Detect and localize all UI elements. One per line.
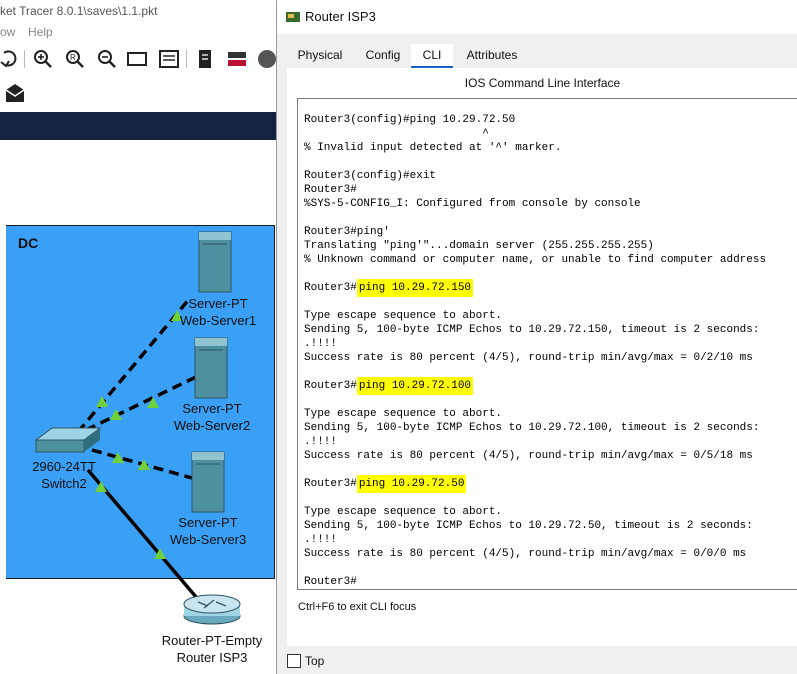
- cli-line: [304, 491, 797, 505]
- highlighted-ping-command: ping 10.29.72.100: [356, 377, 474, 395]
- cli-line-text: Sending 5, 100-byte ICMP Echos to 10.29.…: [304, 520, 753, 532]
- cli-line: Translating "ping'"...domain server (255…: [304, 239, 797, 253]
- cli-line: Router3#: [304, 575, 797, 589]
- dialog-titlebar[interactable]: Router ISP3: [277, 0, 797, 34]
- cli-line-text: Router3#: [304, 184, 357, 196]
- packet-tracer-app-icon: [286, 12, 300, 22]
- device-type: 2960-24TT: [32, 459, 96, 474]
- cli-line: Router3(config)#exit: [304, 169, 797, 183]
- device-label-web-server3: Server-PT Web-Server3: [163, 514, 253, 548]
- switch-2960[interactable]: [34, 427, 102, 453]
- cli-line-text: Type escape sequence to abort.: [304, 310, 503, 322]
- tab-config[interactable]: Config: [359, 44, 407, 66]
- router-isp3[interactable]: [183, 594, 241, 625]
- cli-line-text: %SYS-5-CONFIG_I: Configured from console…: [304, 198, 641, 210]
- cli-line: %SYS-5-CONFIG_I: Configured from console…: [304, 197, 797, 211]
- cli-line: .!!!!: [304, 435, 797, 449]
- cli-line: Success rate is 80 percent (4/5), round-…: [304, 449, 797, 463]
- cli-line: Router3# ping 10.29.72.50: [304, 475, 797, 493]
- tab-attributes[interactable]: Attributes: [457, 44, 527, 66]
- network-topology: [34, 231, 241, 625]
- cli-line-text: Router3#: [304, 282, 357, 294]
- cli-line: Sending 5, 100-byte ICMP Echos to 10.29.…: [304, 421, 797, 435]
- cli-panel: IOS Command Line Interface Router3(confi…: [287, 68, 797, 646]
- cli-line: Sending 5, 100-byte ICMP Echos to 10.29.…: [304, 323, 797, 337]
- cli-line: Router3#ping': [304, 225, 797, 239]
- server-web-server3[interactable]: [191, 451, 225, 513]
- cli-line: [304, 393, 797, 407]
- highlighted-ping-command: ping 10.29.72.50: [356, 475, 467, 493]
- server-web-server2[interactable]: [194, 337, 228, 399]
- cli-line: [304, 211, 797, 225]
- cli-line-text: .!!!!: [304, 338, 338, 350]
- cli-line: [304, 561, 797, 575]
- device-name: Switch2: [41, 476, 87, 491]
- device-name: Web-Server3: [169, 532, 247, 547]
- cli-line: Type escape sequence to abort.: [304, 505, 797, 519]
- cli-line-text: Success rate is 80 percent (4/5), round-…: [304, 352, 753, 364]
- cli-line: .!!!!: [304, 533, 797, 547]
- device-type: Server-PT: [178, 515, 238, 530]
- highlighted-ping-command: ping 10.29.72.150: [356, 279, 474, 297]
- cli-line: Type escape sequence to abort.: [304, 407, 797, 421]
- device-name: Web-Server2: [173, 418, 251, 433]
- cli-line-text: Router3#: [304, 576, 357, 588]
- cli-line-text: ^: [304, 128, 489, 140]
- cli-line-text: Router3(config)#ping 10.29.72.50: [304, 114, 516, 126]
- device-label-web-server2: Server-PT Web-Server2: [167, 400, 257, 434]
- server-web-server1[interactable]: [198, 231, 232, 293]
- device-label-router-isp3: Router-PT-Empty Router ISP3: [152, 632, 272, 666]
- cli-line-text: Router3#ping': [304, 226, 390, 238]
- top-checkbox[interactable]: [287, 654, 301, 668]
- router-isp3-dialog: Router ISP3 Physical Config CLI Attribut…: [276, 0, 797, 674]
- cli-line: Router3# ping 10.29.72.150: [304, 279, 797, 297]
- cli-line-text: .!!!!: [304, 436, 338, 448]
- top-checkbox-label: Top: [305, 654, 325, 668]
- device-type: Server-PT: [182, 401, 242, 416]
- cli-line-text: Type escape sequence to abort.: [304, 506, 503, 518]
- cli-focus-hint: Ctrl+F6 to exit CLI focus: [298, 601, 417, 613]
- cli-line-text: .!!!!: [304, 534, 338, 546]
- cli-line-text: Router3#: [304, 380, 357, 392]
- cli-line: Router3(config)#ping 10.29.72.50: [304, 113, 797, 127]
- cli-line: Type escape sequence to abort.: [304, 309, 797, 323]
- cli-heading: IOS Command Line Interface: [464, 76, 621, 90]
- device-label-web-server1: Server-PT Web-Server1: [173, 295, 263, 329]
- cli-line-text: Success rate is 80 percent (4/5), round-…: [304, 548, 747, 560]
- cli-line: Router3#: [304, 183, 797, 197]
- cli-line: [304, 295, 797, 309]
- device-name: Router ISP3: [176, 650, 248, 665]
- device-type: Router-PT-Empty: [161, 633, 263, 648]
- cli-output[interactable]: Router3(config)#ping 10.29.72.50 ^ % Inva…: [304, 113, 797, 589]
- cli-line: [304, 155, 797, 169]
- cli-line-text: Sending 5, 100-byte ICMP Echos to 10.29.…: [304, 422, 760, 434]
- cli-line: Success rate is 80 percent (4/5), round-…: [304, 351, 797, 365]
- cli-line-text: Type escape sequence to abort.: [304, 408, 503, 420]
- tab-cli[interactable]: CLI: [411, 44, 453, 68]
- tab-physical[interactable]: Physical: [287, 44, 353, 66]
- device-label-switch2: 2960-24TT Switch2: [20, 458, 108, 492]
- dialog-title: Router ISP3: [305, 9, 376, 24]
- cli-line: Success rate is 80 percent (4/5), round-…: [304, 547, 797, 561]
- cli-console[interactable]: Router3(config)#ping 10.29.72.50 ^ % Inva…: [297, 98, 797, 590]
- cli-line: .!!!!: [304, 337, 797, 351]
- cli-line-text: Translating "ping'"...domain server (255…: [304, 240, 654, 252]
- device-type: Server-PT: [188, 296, 248, 311]
- cli-line-text: % Invalid input detected at '^' marker.: [304, 142, 562, 154]
- cli-line-text: % Unknown command or computer name, or u…: [304, 254, 767, 266]
- cli-line-text: Success rate is 80 percent (4/5), round-…: [304, 450, 753, 462]
- cli-line: % Invalid input detected at '^' marker.: [304, 141, 797, 155]
- cli-line: ^: [304, 127, 797, 141]
- cli-line: Router3# ping 10.29.72.100: [304, 377, 797, 395]
- device-name: Web-Server1: [179, 313, 257, 328]
- cli-line-text: Router3(config)#exit: [304, 170, 437, 182]
- cli-line-text: Sending 5, 100-byte ICMP Echos to 10.29.…: [304, 324, 760, 336]
- cli-line-text: Router3#: [304, 478, 357, 490]
- cli-line: % Unknown command or computer name, or u…: [304, 253, 797, 267]
- cli-line: Sending 5, 100-byte ICMP Echos to 10.29.…: [304, 519, 797, 533]
